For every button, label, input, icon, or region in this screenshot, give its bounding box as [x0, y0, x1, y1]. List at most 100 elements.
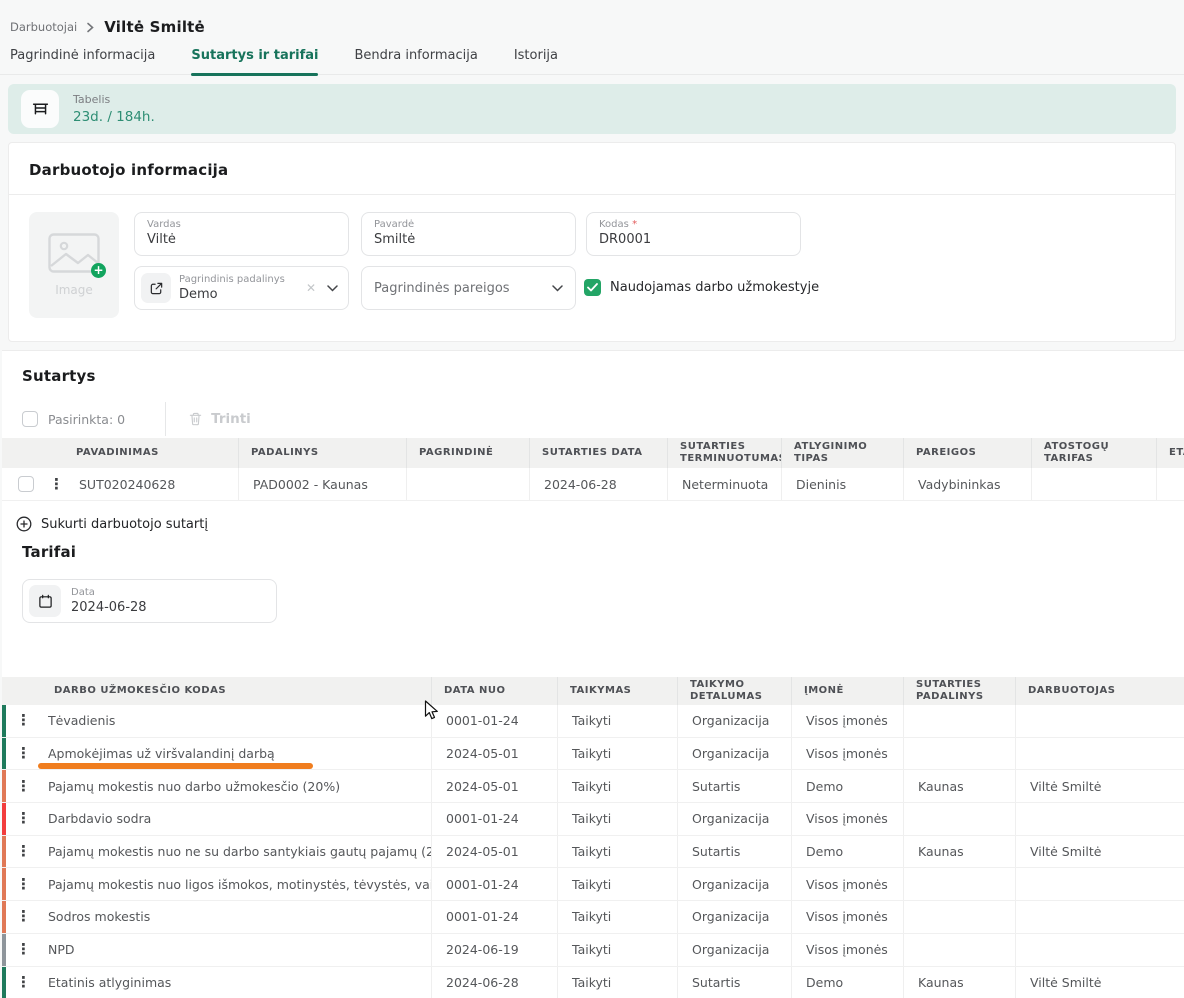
cell-value: Dieninis — [782, 468, 904, 501]
row-menu-icon[interactable]: ⋮ — [16, 746, 31, 761]
column-header[interactable]: DATA NUO — [432, 677, 558, 705]
chevron-down-icon[interactable] — [327, 285, 338, 292]
add-photo-icon[interactable]: + — [91, 263, 106, 278]
cell-value: Taikyti — [558, 901, 678, 934]
code-field[interactable]: Kodas * DR0001 — [586, 212, 801, 256]
code-value[interactable]: DR0001 — [599, 232, 790, 247]
column-header[interactable]: TAIKYMAS — [558, 677, 678, 705]
cell-value: Sodros mokestis — [48, 909, 150, 924]
timesheet-banner[interactable]: Tabelis 23d. / 184h. — [8, 84, 1176, 134]
tariff-row[interactable]: ⋮Pajamų mokestis nuo ligos išmokos, moti… — [2, 868, 1184, 901]
column-header[interactable]: DARBO UŽMOKESČIO KODAS — [2, 677, 432, 705]
tariff-row[interactable]: ⋮Pajamų mokestis nuo ne su darbo santyki… — [2, 836, 1184, 869]
column-header[interactable]: SUTARTIES DATA — [530, 438, 668, 468]
tariffs-table: DARBO UŽMOKESČIO KODASDATA NUOTAIKYMASTA… — [2, 677, 1184, 998]
main-department-label: Pagrindinis padalinys — [179, 274, 295, 285]
row-menu-icon[interactable]: ⋮ — [16, 942, 31, 957]
cell-value — [1016, 901, 1184, 934]
column-header[interactable]: ATLYGINIMO TIPAS — [782, 438, 904, 468]
cell-value: Organizacija — [678, 705, 792, 738]
cell-value: Taikyti — [558, 934, 678, 967]
cell-value: Organizacija — [678, 803, 792, 836]
tab-0[interactable]: Pagrindinė informacija — [10, 48, 155, 74]
tab-3[interactable]: Istorija — [514, 48, 558, 74]
tariff-row[interactable]: ⋮Etatinis atlyginimas2024-06-28TaikytiSu… — [2, 967, 1184, 998]
tab-1[interactable]: Sutartys ir tarifai — [191, 48, 318, 74]
row-status-marker — [2, 803, 6, 836]
contract-row[interactable]: ⋮SUT020240628PAD0002 - Kaunas2024-06-28N… — [2, 468, 1184, 501]
clear-icon[interactable]: ✕ — [303, 281, 319, 295]
trash-icon — [188, 411, 203, 427]
cell-value — [904, 934, 1016, 967]
cell-value — [407, 468, 530, 501]
main-position-select[interactable]: Pagrindinės pareigos — [361, 266, 576, 310]
employee-photo-upload[interactable]: + Image — [29, 212, 119, 318]
row-menu-icon[interactable]: ⋮ — [49, 477, 64, 492]
cell-value: Sutartis — [678, 770, 792, 803]
column-header[interactable]: PAGRINDINĖ — [407, 438, 530, 468]
cell-value: Taikyti — [558, 705, 678, 738]
page-title: Viltė Smiltė — [104, 18, 205, 36]
tariff-row[interactable]: ⋮Sodros mokestis0001-01-24TaikytiOrganiz… — [2, 901, 1184, 934]
column-header[interactable]: SUTARTIES TERMINUOTUMAS — [668, 438, 782, 468]
row-status-marker — [2, 868, 6, 901]
tariff-date-field[interactable]: Data 2024-06-28 — [22, 579, 277, 623]
breadcrumb-parent-link[interactable]: Darbuotojai — [10, 20, 77, 34]
create-contract-link[interactable]: Sukurti darbuotojo sutartį — [16, 516, 208, 532]
row-menu-icon[interactable]: ⋮ — [16, 779, 31, 794]
column-header[interactable]: DARBUOTOJAS — [1016, 677, 1184, 705]
column-header[interactable]: SUTARTIES PADALINYS — [904, 677, 1016, 705]
column-header[interactable]: PAREIGOS — [904, 438, 1032, 468]
payroll-checkbox-group[interactable]: Naudojamas darbo užmokestyje — [584, 279, 819, 296]
cell-value: Visos įmonės — [792, 803, 904, 836]
cell-value: Taikyti — [558, 868, 678, 901]
cell-value: Demo — [792, 770, 904, 803]
row-menu-icon[interactable]: ⋮ — [16, 811, 31, 826]
row-menu-icon[interactable]: ⋮ — [16, 909, 31, 924]
main-department-field[interactable]: Pagrindinis padalinys Demo ✕ — [134, 266, 349, 310]
main-department-value[interactable]: Demo — [179, 287, 295, 302]
first-name-label: Vardas — [147, 219, 338, 230]
cell-value: PAD0002 - Kaunas — [239, 468, 407, 501]
tariff-row[interactable]: ⋮Darbdavio sodra0001-01-24TaikytiOrganiz… — [2, 803, 1184, 836]
chevron-down-icon[interactable] — [552, 285, 563, 292]
tariff-row[interactable]: ⋮Tėvadienis0001-01-24TaikytiOrganizacija… — [2, 705, 1184, 738]
cell-value: Organizacija — [678, 738, 792, 771]
employee-info-header: Darbuotojo informacija — [9, 143, 1175, 195]
last-name-field[interactable]: Pavardė Smiltė — [361, 212, 576, 256]
select-all-checkbox[interactable] — [22, 411, 38, 427]
cell-value: Kaunas — [904, 770, 1016, 803]
delete-button[interactable]: Trinti — [188, 411, 251, 427]
row-menu-icon[interactable]: ⋮ — [16, 877, 31, 892]
cell-value: 2024-05-01 — [432, 738, 558, 771]
column-header[interactable]: ETA — [1157, 438, 1184, 468]
column-header[interactable]: ĮMONĖ — [792, 677, 904, 705]
column-header[interactable]: TAIKYMO DETALUMAS — [678, 677, 792, 705]
first-name-value[interactable]: Viltė — [147, 232, 338, 247]
row-menu-icon[interactable]: ⋮ — [16, 975, 31, 990]
cell-value — [1032, 468, 1157, 501]
last-name-value[interactable]: Smiltė — [374, 232, 565, 247]
column-header[interactable]: PAVADINIMAS — [2, 438, 239, 468]
column-header[interactable]: PADALINYS — [239, 438, 407, 468]
cell-value — [1016, 705, 1184, 738]
tariff-row[interactable]: ⋮Pajamų mokestis nuo darbo užmokesčio (2… — [2, 770, 1184, 803]
cell-value: Kaunas — [904, 836, 1016, 869]
cell-value: 2024-05-01 — [432, 770, 558, 803]
first-name-field[interactable]: Vardas Viltė — [134, 212, 349, 256]
calendar-icon[interactable] — [29, 585, 61, 617]
cell-value: Visos įmonės — [792, 738, 904, 771]
tariff-row[interactable]: ⋮NPD2024-06-19TaikytiOrganizacijaVisos į… — [2, 934, 1184, 967]
payroll-checkbox[interactable] — [584, 279, 601, 296]
cell-value — [904, 705, 1016, 738]
cell-value — [904, 868, 1016, 901]
external-link-icon[interactable] — [141, 273, 171, 303]
circle-plus-icon — [16, 516, 32, 532]
row-menu-icon[interactable]: ⋮ — [16, 844, 31, 859]
tariff-date-value[interactable]: 2024-06-28 — [71, 600, 147, 615]
cell-value: Sutartis — [678, 967, 792, 998]
column-header[interactable]: ATOSTOGŲ TARIFAS — [1032, 438, 1157, 468]
row-checkbox[interactable] — [18, 476, 34, 492]
row-menu-icon[interactable]: ⋮ — [16, 713, 31, 728]
tab-2[interactable]: Bendra informacija — [354, 48, 477, 74]
